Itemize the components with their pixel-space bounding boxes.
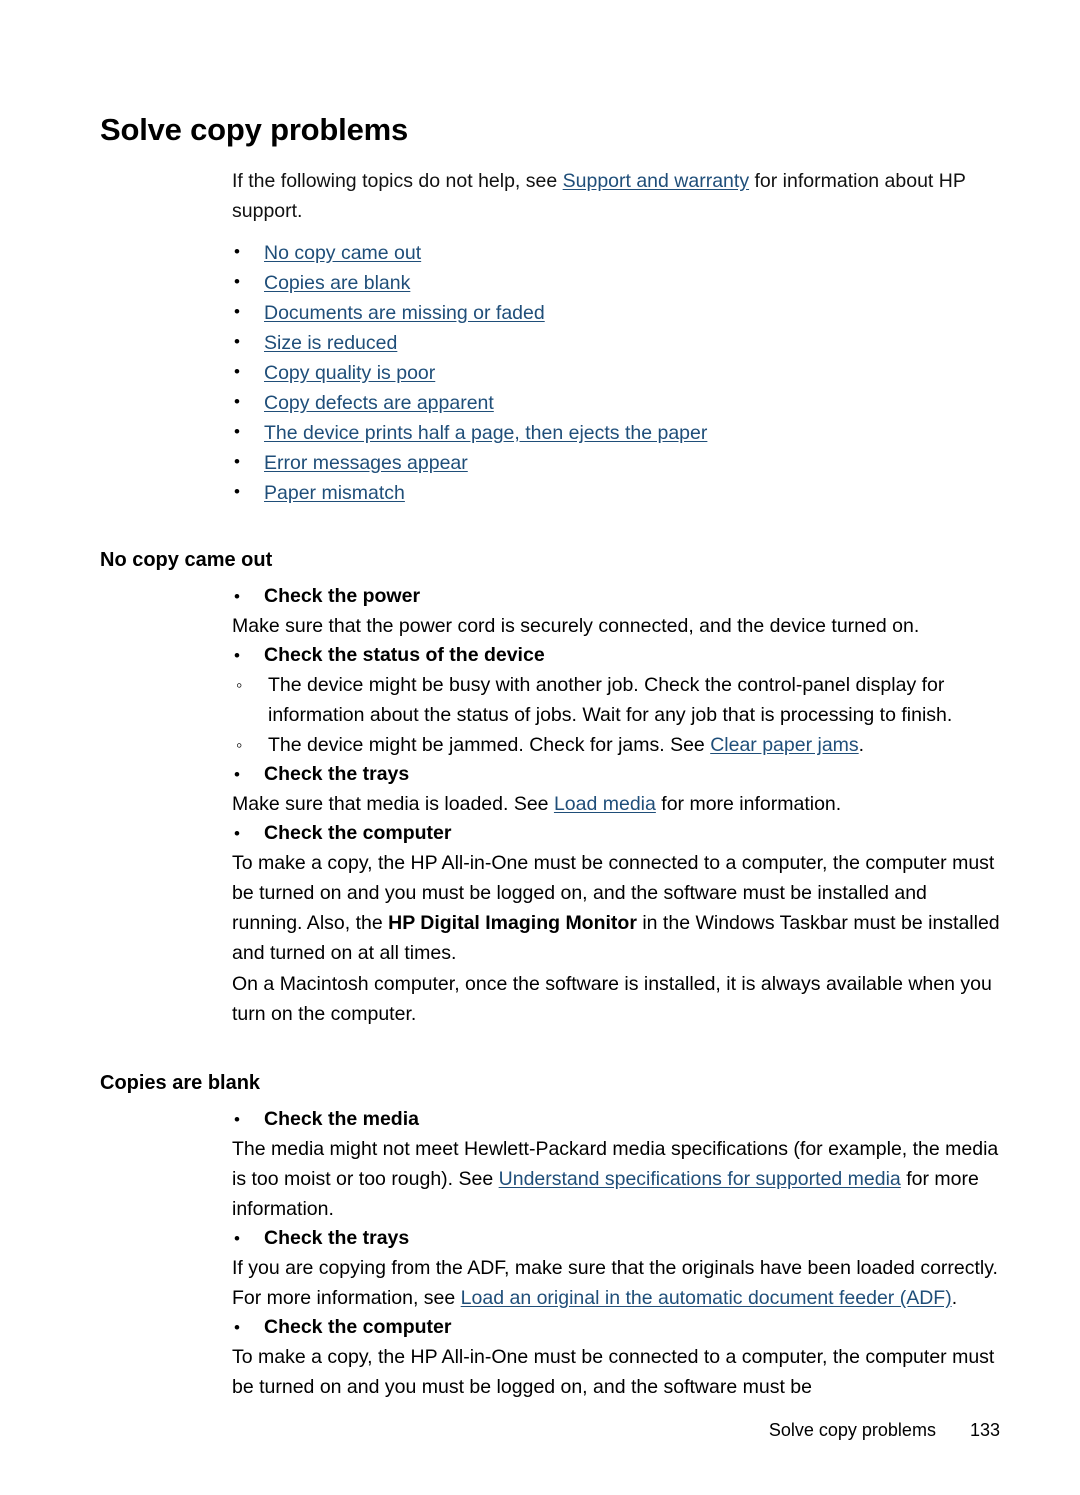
check-title-trays: Check the trays	[264, 762, 410, 785]
link-understand-specifications-for-supported-media[interactable]: Understand specifications for supported …	[499, 1168, 901, 1190]
list-item: The device prints half a page, then ejec…	[232, 417, 1000, 448]
check-body-trays-after: for more information.	[655, 792, 842, 815]
document-page: Solve copy problems If the following top…	[0, 0, 1080, 1495]
list-item: Paper mismatch	[232, 477, 1000, 508]
topic-link-copy-defects-are-apparent[interactable]: Copy defects are apparent	[264, 392, 494, 414]
list-item: Check the computer To make a copy, the H…	[232, 819, 1000, 1029]
sub-check-jammed-text-after: .	[858, 733, 865, 756]
check-body-media: The media might not meet Hewlett-Packard…	[232, 1134, 1000, 1224]
list-item: Size is reduced	[232, 327, 1000, 358]
list-item: Copy defects are apparent	[232, 387, 1000, 418]
list-item: Check the computer To make a copy, the H…	[232, 1313, 1000, 1402]
topic-link-paper-mismatch[interactable]: Paper mismatch	[264, 482, 405, 504]
link-clear-paper-jams[interactable]: Clear paper jams	[710, 734, 858, 756]
intro-block: If the following topics do not help, see…	[232, 166, 1000, 508]
check-title-media: Check the media	[264, 1107, 419, 1130]
sub-check-busy-text: The device might be busy with another jo…	[268, 673, 953, 726]
list-item: Check the status of the device The devic…	[232, 641, 1000, 760]
list-item: Check the trays Make sure that media is …	[232, 760, 1000, 819]
link-load-an-original-in-the-adf[interactable]: Load an original in the automatic docume…	[461, 1287, 952, 1309]
topic-link-error-messages-appear[interactable]: Error messages appear	[264, 452, 468, 474]
list-item: Check the media The media might not meet…	[232, 1105, 1000, 1224]
topic-link-documents-are-missing-or-faded[interactable]: Documents are missing or faded	[264, 302, 545, 324]
list-item: Copies are blank	[232, 267, 1000, 298]
topic-link-copy-quality-is-poor[interactable]: Copy quality is poor	[264, 362, 435, 384]
section-heading-no-copy-came-out: No copy came out	[100, 548, 273, 571]
sub-check-list-status-of-device: The device might be busy with another jo…	[232, 670, 1000, 760]
page-footer: Solve copy problems 133	[0, 1417, 1080, 1447]
check-title-trays-blank: Check the trays	[264, 1226, 410, 1249]
footer-section-title: Solve copy problems	[768, 1420, 936, 1440]
check-body-trays-before: Make sure that media is loaded. See	[232, 792, 554, 815]
check-title-computer: Check the computer	[264, 821, 452, 844]
footer-inner: Solve copy problems 133	[769, 1417, 1000, 1443]
check-body-trays: Make sure that media is loaded. See Load…	[232, 789, 1000, 819]
check-body-computer-p2: On a Macintosh computer, once the softwa…	[232, 972, 992, 1025]
check-body-computer-blank: To make a copy, the HP All-in-One must b…	[232, 1345, 995, 1398]
list-item: Documents are missing or faded	[232, 297, 1000, 328]
topic-link-device-prints-half-a-page[interactable]: The device prints half a page, then ejec…	[264, 422, 707, 444]
list-item: Check the trays If you are copying from …	[232, 1224, 1000, 1313]
list-item: The device might be jammed. Check for ja…	[232, 730, 1000, 760]
check-body-computer-bold-term: HP Digital Imaging Monitor	[388, 911, 637, 934]
topic-link-no-copy-came-out[interactable]: No copy came out	[264, 242, 421, 264]
intro-paragraph: If the following topics do not help, see…	[232, 166, 1000, 226]
page-title: Solve copy problems	[100, 112, 409, 147]
check-body-power: Make sure that the power cord is securel…	[232, 614, 920, 637]
list-item: The device might be busy with another jo…	[232, 670, 1000, 730]
check-list-no-copy-came-out: Check the power Make sure that the power…	[232, 582, 1000, 1029]
section-heading-copies-are-blank: Copies are blank	[100, 1071, 261, 1094]
link-support-and-warranty[interactable]: Support and warranty	[563, 170, 749, 192]
check-body-trays-blank: If you are copying from the ADF, make su…	[232, 1253, 1000, 1313]
topic-link-copies-are-blank[interactable]: Copies are blank	[264, 272, 410, 294]
list-item: Error messages appear	[232, 447, 1000, 478]
check-title-power: Check the power	[264, 584, 421, 607]
page-content: Solve copy problems If the following top…	[100, 112, 1000, 1402]
topic-link-list: No copy came out Copies are blank Docume…	[232, 237, 1000, 508]
sub-check-jammed-text-before: The device might be jammed. Check for ja…	[268, 733, 711, 756]
footer-page-number: 133	[969, 1420, 1000, 1440]
check-body-computer-p1: To make a copy, the HP All-in-One must b…	[232, 848, 1000, 968]
list-item: Copy quality is poor	[232, 357, 1000, 388]
list-item: Check the power Make sure that the power…	[232, 582, 1000, 641]
intro-text-before: If the following topics do not help, see	[232, 169, 563, 192]
check-title-status-of-device: Check the status of the device	[264, 643, 545, 666]
check-list-copies-are-blank: Check the media The media might not meet…	[232, 1105, 1000, 1402]
link-load-media[interactable]: Load media	[554, 793, 656, 815]
check-title-computer-blank: Check the computer	[264, 1315, 452, 1338]
check-body-trays-blank-after: .	[951, 1286, 958, 1309]
list-item: No copy came out	[232, 237, 1000, 268]
topic-link-size-is-reduced[interactable]: Size is reduced	[264, 332, 397, 354]
